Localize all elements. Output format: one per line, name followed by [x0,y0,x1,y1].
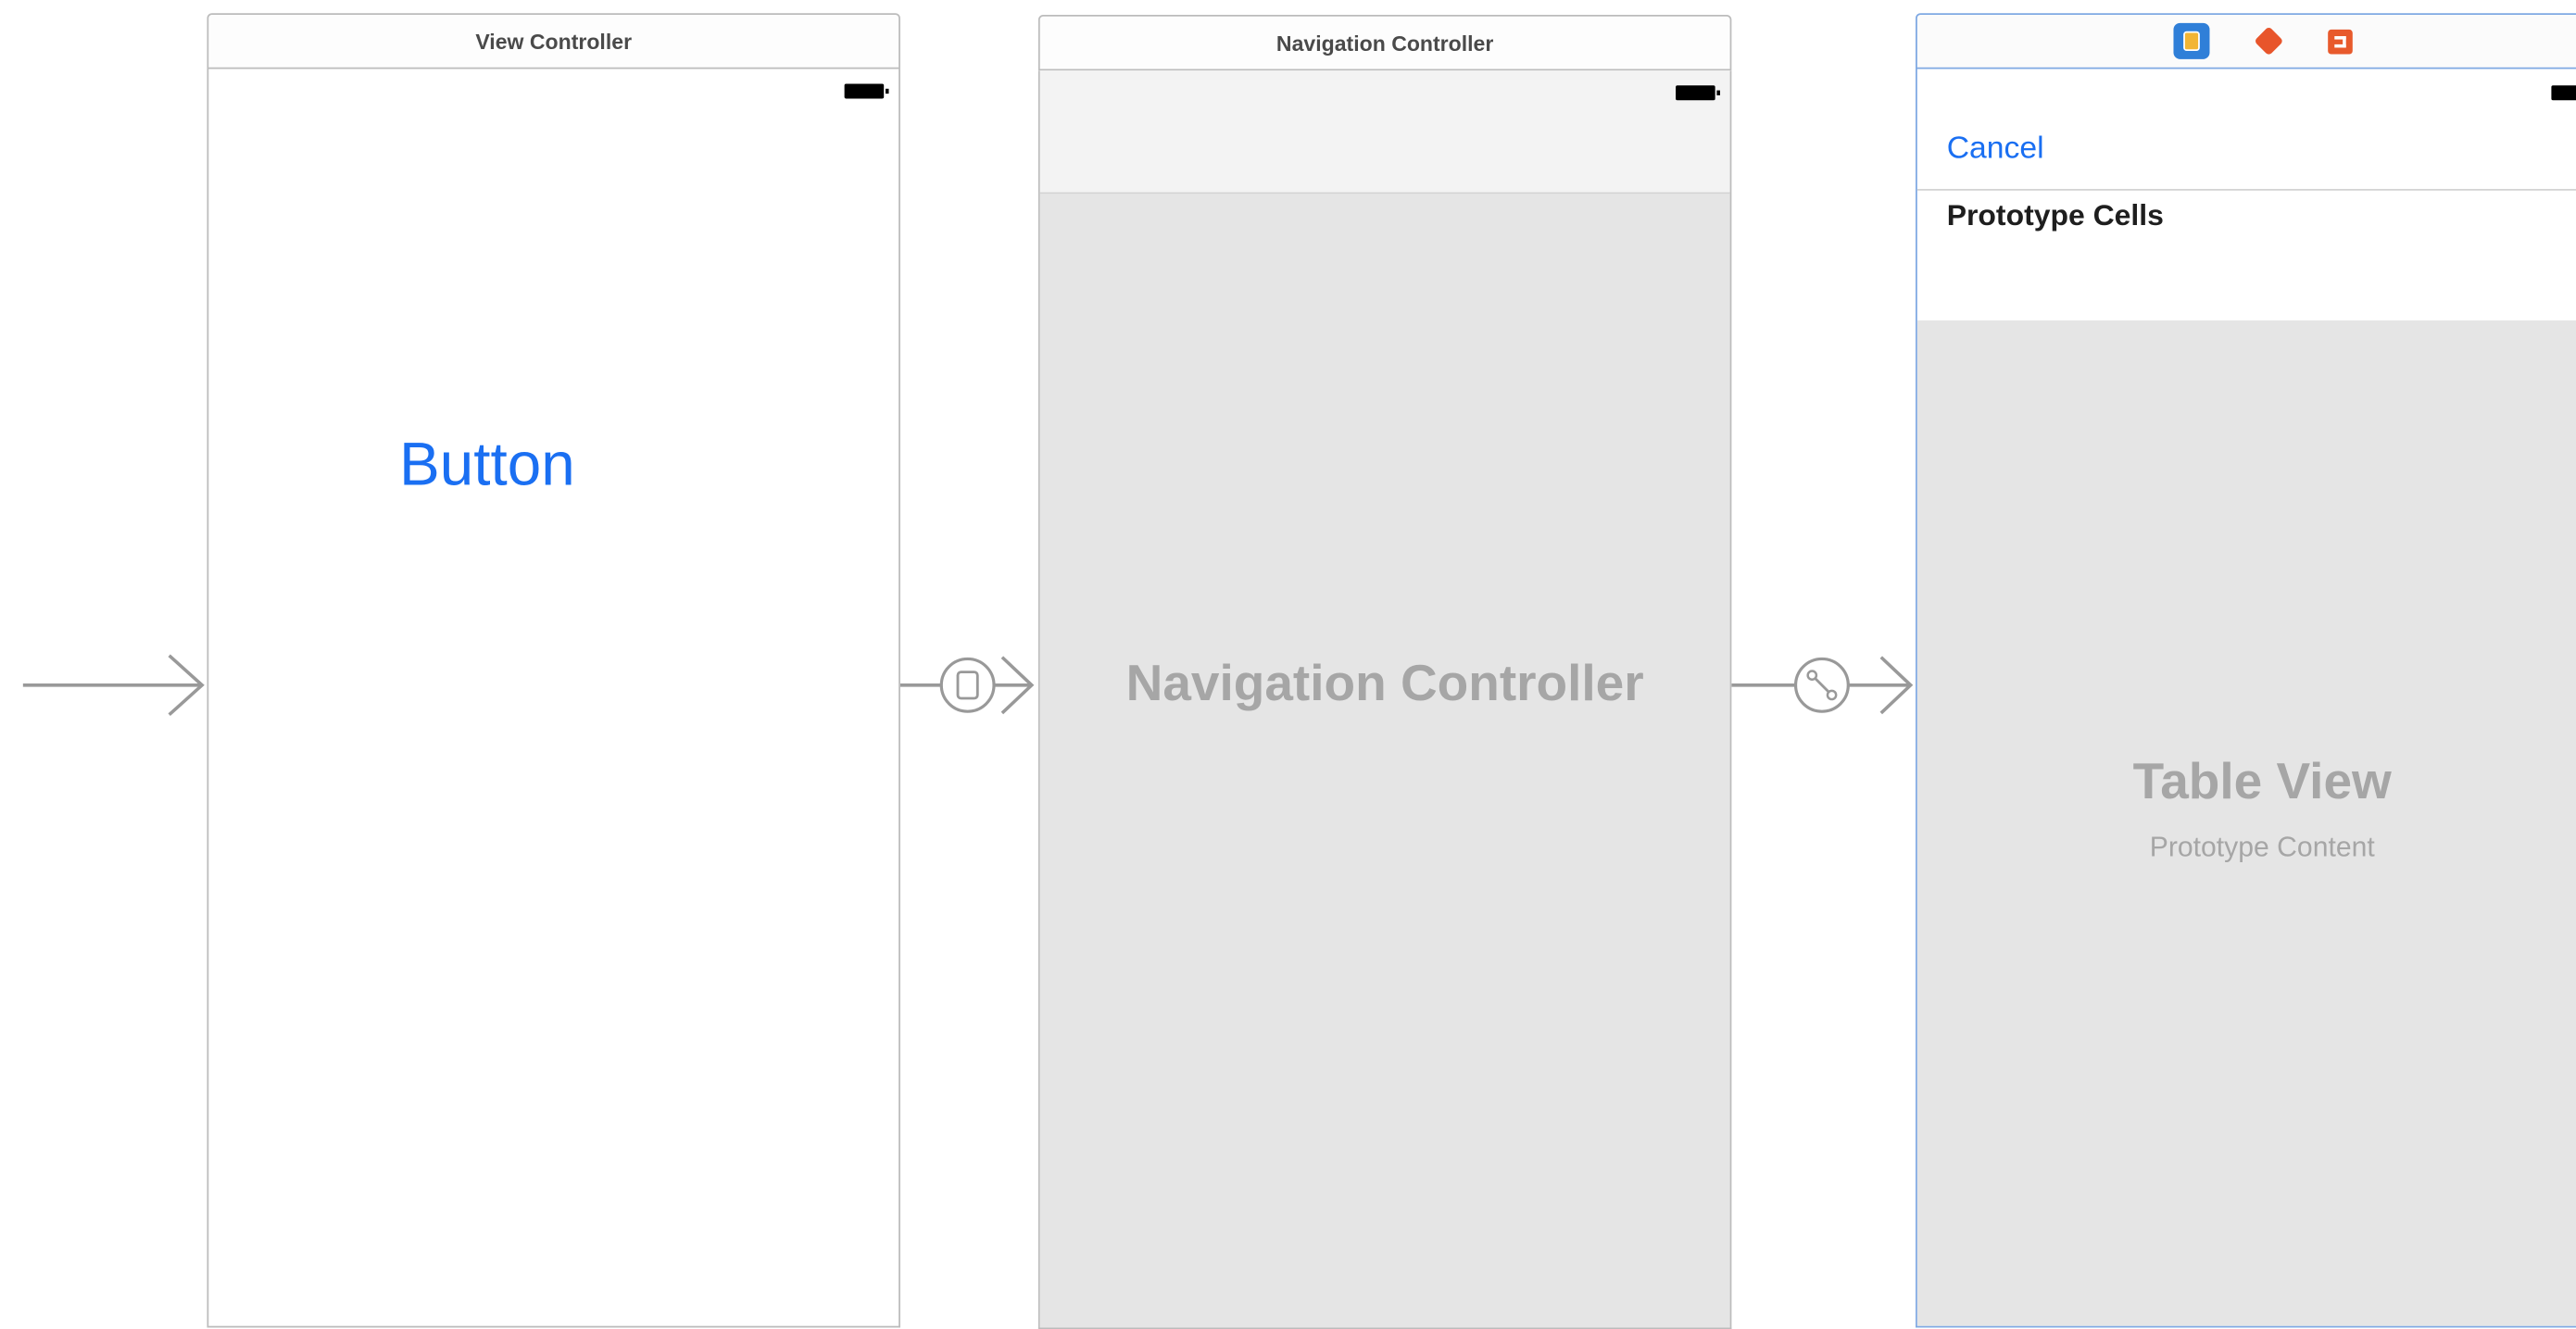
scene-canvas[interactable]: Button [207,69,900,1328]
navigation-controller-scene[interactable]: Navigation Controller Navigation Control… [1037,14,1732,1329]
storyboard-canvas: View Controller Button Navigation Contro… [0,0,2576,1329]
navigation-controller-label: Navigation Controller [1125,654,1644,712]
cancel-button[interactable]: Cancel [1947,132,2044,168]
prototype-content-label: Prototype Content [2149,831,2375,863]
view-controller-scene[interactable]: View Controller Button [207,13,900,1328]
segue-badge-icon[interactable] [939,657,996,713]
battery-icon [2551,85,2576,101]
table-view-label: Table View [2132,752,2392,810]
view-controller-icon[interactable] [2173,22,2210,59]
scene-title[interactable]: View Controller [207,13,900,69]
table-view-controller-scene[interactable]: Cancel Prototype Cells Table View Protot… [1916,13,2576,1328]
root-view-controller-relationship[interactable] [1731,656,1914,715]
battery-icon [1676,85,1720,101]
table-view[interactable] [1916,320,2576,1326]
entry-point-arrow[interactable] [22,654,205,717]
scene-dock[interactable] [1916,13,2576,69]
navbar-divider [1916,189,2576,191]
battery-icon [844,83,889,99]
present-modally-segue[interactable] [899,656,1035,715]
navigation-controller-body [1039,194,1730,1328]
scene-canvas[interactable]: Cancel Prototype Cells Table View Protot… [1916,69,2576,1328]
exit-icon[interactable] [2328,29,2353,54]
scene-canvas[interactable]: Navigation Controller [1037,70,1732,1329]
prototype-cells-header[interactable]: Prototype Cells [1947,199,2164,233]
navigation-bar[interactable] [1039,70,1730,194]
scene-title[interactable]: Navigation Controller [1037,14,1732,71]
first-responder-icon[interactable] [2254,26,2284,56]
button[interactable]: Button [399,431,575,500]
